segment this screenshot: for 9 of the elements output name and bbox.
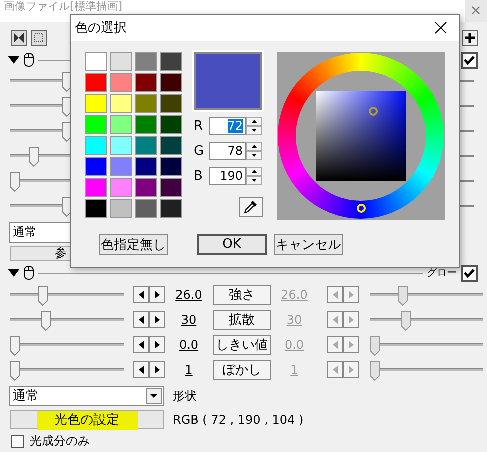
shape-label: 形状 (173, 388, 197, 404)
dialog-title: 色の選択 (75, 20, 127, 37)
rgb-value: RGB ( 72 , 190 , 104 ) (173, 412, 304, 426)
window-title: 画像ファイル[標準描画] (3, 0, 124, 13)
checkbox-label: 光成分のみ (30, 433, 90, 450)
channel-label: G (194, 144, 206, 158)
channel-label: B (194, 168, 204, 184)
channel-label: R (194, 118, 204, 134)
effect-name: グロー (427, 267, 457, 280)
